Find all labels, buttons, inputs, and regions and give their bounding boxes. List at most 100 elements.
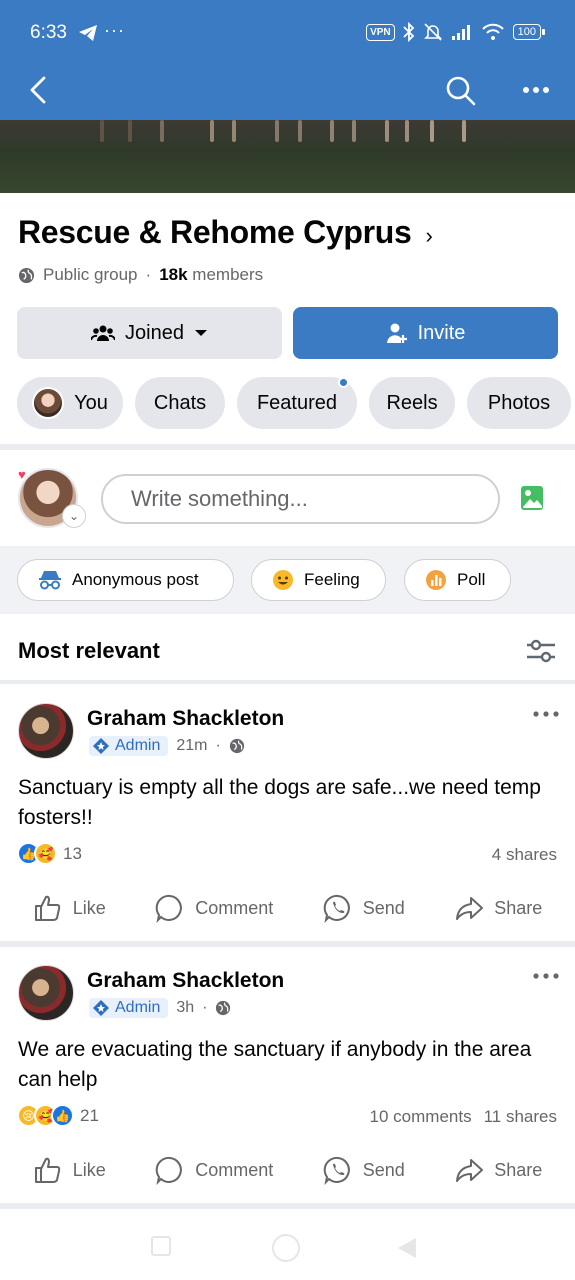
app-bar bbox=[0, 60, 575, 120]
post-stats: 4 shares bbox=[492, 845, 557, 865]
anonymous-post-button[interactable]: Anonymous post bbox=[17, 559, 234, 601]
post-meta: Admin 21m · bbox=[89, 736, 245, 756]
tab-label: Chats bbox=[153, 391, 207, 414]
invite-button[interactable]: Invite bbox=[293, 307, 558, 359]
admin-shield-icon bbox=[93, 738, 109, 754]
back-arrow-icon[interactable] bbox=[22, 72, 58, 108]
tab-label: Featured bbox=[256, 391, 338, 414]
admin-label: Admin bbox=[115, 999, 161, 1016]
tab-label: You bbox=[74, 391, 108, 414]
members-label: members bbox=[192, 265, 264, 284]
group-tabs: You Chats Featured Reels Photos bbox=[17, 377, 571, 429]
like-reaction-icon: 👍 bbox=[51, 1104, 74, 1127]
bell-muted-icon bbox=[423, 23, 442, 41]
comments-count[interactable]: 10 comments bbox=[370, 1107, 472, 1127]
like-button[interactable]: Like bbox=[33, 1155, 106, 1185]
divider bbox=[0, 941, 575, 947]
tab-label: Photos bbox=[487, 391, 551, 414]
globe-icon bbox=[216, 1000, 231, 1016]
post-stats: 10 comments 11 shares bbox=[370, 1107, 557, 1127]
share-arrow-icon bbox=[456, 897, 484, 920]
author-name[interactable]: Graham Shackleton bbox=[87, 969, 284, 993]
vpn-icon: VPN bbox=[366, 23, 395, 41]
divider bbox=[0, 444, 575, 450]
comment-icon bbox=[155, 894, 183, 923]
author-name[interactable]: Graham Shackleton bbox=[87, 707, 284, 731]
thumbs-up-icon bbox=[34, 895, 60, 921]
joined-button[interactable]: Joined bbox=[17, 307, 282, 359]
members-count: 18k bbox=[159, 265, 188, 284]
poll-label: Poll bbox=[457, 570, 486, 589]
tab-you[interactable]: You bbox=[17, 377, 123, 429]
group-members: 18k members bbox=[159, 265, 263, 285]
comment-label: Comment bbox=[195, 1159, 274, 1180]
tab-photos[interactable]: Photos bbox=[467, 377, 571, 429]
search-icon[interactable] bbox=[442, 72, 478, 108]
status-bar: 6:33 ··· VPN 100 bbox=[0, 0, 575, 60]
comment-button[interactable]: Comment bbox=[155, 893, 273, 923]
photo-icon[interactable] bbox=[520, 484, 544, 512]
bluetooth-icon bbox=[403, 22, 414, 42]
share-button[interactable]: Share bbox=[454, 1155, 542, 1185]
post-text: Sanctuary is empty all the dogs are safe… bbox=[18, 776, 541, 829]
reactions-summary[interactable]: 👍 🥰 13 bbox=[17, 842, 82, 865]
home-icon[interactable] bbox=[272, 1234, 300, 1262]
like-button[interactable]: Like bbox=[33, 893, 106, 923]
send-button[interactable]: Send bbox=[323, 893, 405, 923]
care-reaction-icon: 🥰 bbox=[34, 842, 57, 865]
filter-sliders-icon[interactable] bbox=[525, 636, 557, 666]
group-title-text: Rescue & Rehome Cyprus bbox=[18, 214, 412, 250]
share-button[interactable]: Share bbox=[454, 893, 542, 923]
send-button[interactable]: Send bbox=[323, 1155, 405, 1185]
sort-label[interactable]: Most relevant bbox=[18, 638, 160, 664]
back-icon[interactable] bbox=[398, 1238, 416, 1258]
user-avatar-small bbox=[32, 387, 65, 419]
tab-featured[interactable]: Featured bbox=[237, 377, 357, 429]
like-label: Like bbox=[72, 1159, 106, 1180]
post-time[interactable]: 21m bbox=[176, 737, 207, 755]
divider bbox=[0, 680, 575, 684]
whatsapp-icon bbox=[323, 1156, 350, 1185]
shares-count[interactable]: 11 shares bbox=[484, 1107, 557, 1127]
post-meta: Admin 3h · bbox=[89, 998, 231, 1018]
telegram-icon bbox=[79, 25, 97, 41]
tab-chats[interactable]: Chats bbox=[135, 377, 225, 429]
chevron-down-icon[interactable]: ⌄ bbox=[62, 504, 86, 528]
shares-count[interactable]: 4 shares bbox=[492, 845, 557, 865]
admin-shield-icon bbox=[93, 1000, 109, 1016]
caret-down-icon bbox=[194, 330, 207, 336]
reactions-summary[interactable]: 😢 🥰 👍 21 bbox=[17, 1104, 99, 1127]
post-time[interactable]: 3h bbox=[176, 999, 194, 1017]
post-more-icon[interactable] bbox=[530, 966, 562, 986]
status-dots: ··· bbox=[104, 20, 125, 40]
admin-badge: Admin bbox=[89, 998, 169, 1018]
group-cover-photo[interactable] bbox=[0, 120, 575, 193]
poll-button[interactable]: Poll bbox=[404, 559, 511, 601]
post-actions: Like Comment Send Share bbox=[0, 1155, 575, 1185]
tab-reels[interactable]: Reels bbox=[369, 377, 455, 429]
author-avatar[interactable] bbox=[18, 703, 74, 759]
post-actions: Like Comment Send Share bbox=[0, 893, 575, 923]
feeling-label: Feeling bbox=[304, 570, 360, 589]
post-text: We are evacuating the sanctuary if anybo… bbox=[18, 1038, 532, 1091]
post-more-icon[interactable] bbox=[530, 704, 562, 724]
group-meta: Public group · 18k members bbox=[18, 265, 263, 285]
feeling-button[interactable]: Feeling bbox=[251, 559, 386, 601]
notification-dot bbox=[338, 377, 349, 388]
more-options-icon[interactable] bbox=[516, 72, 556, 108]
tab-label: Reels bbox=[386, 391, 438, 414]
write-something-input[interactable]: Write something... bbox=[101, 474, 500, 524]
group-name[interactable]: Rescue & Rehome Cyprus › bbox=[18, 214, 433, 251]
globe-icon bbox=[229, 738, 244, 754]
send-label: Send bbox=[362, 897, 405, 918]
admin-label: Admin bbox=[115, 737, 161, 754]
recents-icon[interactable] bbox=[151, 1236, 171, 1256]
reaction-count: 13 bbox=[63, 843, 82, 863]
heart-icon: ♥ bbox=[18, 467, 26, 482]
comment-button[interactable]: Comment bbox=[155, 1155, 273, 1185]
author-avatar[interactable] bbox=[18, 965, 74, 1021]
composer-avatar[interactable]: ♥ ⌄ bbox=[18, 467, 86, 528]
comment-label: Comment bbox=[195, 897, 274, 918]
smiley-icon bbox=[273, 570, 293, 590]
whatsapp-icon bbox=[323, 894, 350, 923]
